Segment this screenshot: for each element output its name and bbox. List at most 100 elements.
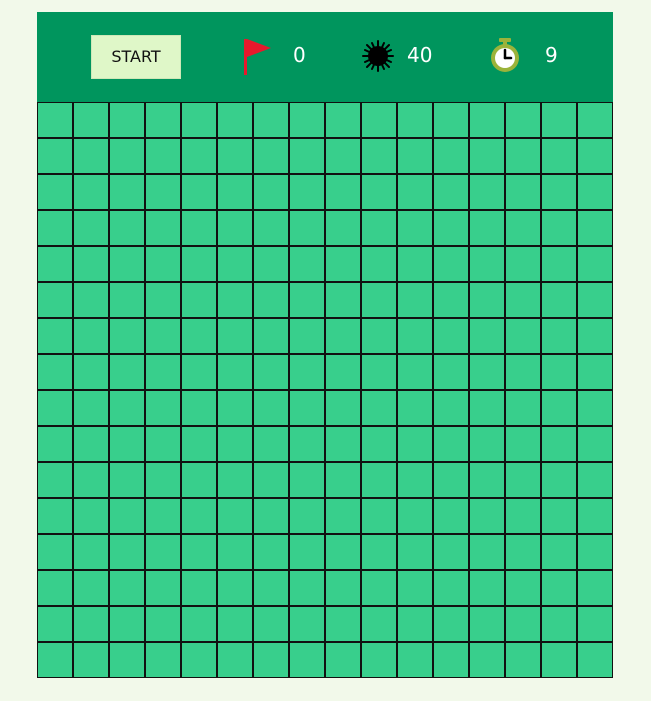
grid-cell[interactable]: [541, 426, 577, 462]
grid-cell[interactable]: [541, 318, 577, 354]
grid-cell[interactable]: [181, 534, 217, 570]
grid-cell[interactable]: [253, 606, 289, 642]
grid-cell[interactable]: [253, 210, 289, 246]
grid-cell[interactable]: [433, 570, 469, 606]
grid-cell[interactable]: [325, 102, 361, 138]
grid-cell[interactable]: [181, 282, 217, 318]
grid-cell[interactable]: [217, 426, 253, 462]
grid-cell[interactable]: [505, 498, 541, 534]
grid-cell[interactable]: [577, 210, 613, 246]
grid-cell[interactable]: [37, 318, 73, 354]
grid-cell[interactable]: [109, 174, 145, 210]
grid-cell[interactable]: [361, 102, 397, 138]
grid-cell[interactable]: [469, 390, 505, 426]
grid-cell[interactable]: [289, 138, 325, 174]
grid-cell[interactable]: [109, 282, 145, 318]
grid-cell[interactable]: [433, 390, 469, 426]
grid-cell[interactable]: [361, 534, 397, 570]
grid-cell[interactable]: [577, 498, 613, 534]
grid-cell[interactable]: [109, 534, 145, 570]
grid-cell[interactable]: [397, 246, 433, 282]
grid-cell[interactable]: [361, 642, 397, 678]
grid-cell[interactable]: [181, 318, 217, 354]
grid-cell[interactable]: [181, 138, 217, 174]
grid-cell[interactable]: [361, 318, 397, 354]
grid-cell[interactable]: [361, 570, 397, 606]
grid-cell[interactable]: [397, 354, 433, 390]
grid-cell[interactable]: [469, 318, 505, 354]
grid-cell[interactable]: [145, 498, 181, 534]
grid-cell[interactable]: [397, 642, 433, 678]
grid-cell[interactable]: [217, 390, 253, 426]
grid-cell[interactable]: [541, 390, 577, 426]
grid-cell[interactable]: [37, 534, 73, 570]
grid-cell[interactable]: [433, 642, 469, 678]
grid-cell[interactable]: [145, 318, 181, 354]
grid-cell[interactable]: [361, 354, 397, 390]
grid-cell[interactable]: [325, 246, 361, 282]
grid-cell[interactable]: [109, 318, 145, 354]
grid-cell[interactable]: [181, 498, 217, 534]
grid-cell[interactable]: [253, 642, 289, 678]
grid-cell[interactable]: [181, 426, 217, 462]
grid-cell[interactable]: [397, 462, 433, 498]
grid-cell[interactable]: [181, 102, 217, 138]
grid-cell[interactable]: [397, 174, 433, 210]
grid-cell[interactable]: [37, 570, 73, 606]
grid-cell[interactable]: [37, 102, 73, 138]
grid-cell[interactable]: [73, 426, 109, 462]
grid-cell[interactable]: [145, 534, 181, 570]
grid-cell[interactable]: [73, 246, 109, 282]
grid-cell[interactable]: [253, 246, 289, 282]
grid-cell[interactable]: [73, 282, 109, 318]
start-button[interactable]: START: [91, 35, 181, 79]
grid-cell[interactable]: [37, 426, 73, 462]
grid-cell[interactable]: [541, 174, 577, 210]
grid-cell[interactable]: [469, 354, 505, 390]
grid-cell[interactable]: [469, 102, 505, 138]
grid-cell[interactable]: [541, 138, 577, 174]
grid-cell[interactable]: [361, 390, 397, 426]
grid-cell[interactable]: [73, 570, 109, 606]
grid-cell[interactable]: [253, 282, 289, 318]
grid-cell[interactable]: [577, 282, 613, 318]
grid-cell[interactable]: [577, 426, 613, 462]
grid-cell[interactable]: [433, 210, 469, 246]
grid-cell[interactable]: [181, 642, 217, 678]
grid-cell[interactable]: [361, 462, 397, 498]
grid-cell[interactable]: [289, 426, 325, 462]
grid-cell[interactable]: [145, 282, 181, 318]
grid-cell[interactable]: [577, 462, 613, 498]
grid-cell[interactable]: [253, 534, 289, 570]
grid-cell[interactable]: [433, 246, 469, 282]
grid-cell[interactable]: [325, 282, 361, 318]
grid-cell[interactable]: [37, 606, 73, 642]
grid-cell[interactable]: [361, 282, 397, 318]
grid-cell[interactable]: [145, 462, 181, 498]
grid-cell[interactable]: [541, 642, 577, 678]
grid-cell[interactable]: [541, 462, 577, 498]
grid-cell[interactable]: [325, 498, 361, 534]
grid-cell[interactable]: [397, 570, 433, 606]
grid-cell[interactable]: [433, 462, 469, 498]
grid-cell[interactable]: [181, 354, 217, 390]
grid-cell[interactable]: [181, 606, 217, 642]
grid-cell[interactable]: [73, 174, 109, 210]
grid-cell[interactable]: [253, 174, 289, 210]
grid-cell[interactable]: [361, 174, 397, 210]
grid-cell[interactable]: [109, 390, 145, 426]
grid-cell[interactable]: [433, 138, 469, 174]
grid-cell[interactable]: [433, 426, 469, 462]
grid-cell[interactable]: [505, 426, 541, 462]
grid-cell[interactable]: [73, 642, 109, 678]
grid-cell[interactable]: [541, 354, 577, 390]
grid-cell[interactable]: [109, 642, 145, 678]
grid-cell[interactable]: [505, 570, 541, 606]
grid-cell[interactable]: [325, 174, 361, 210]
grid-cell[interactable]: [433, 102, 469, 138]
grid-cell[interactable]: [145, 354, 181, 390]
grid-cell[interactable]: [217, 498, 253, 534]
grid-cell[interactable]: [217, 246, 253, 282]
grid-cell[interactable]: [505, 606, 541, 642]
grid-cell[interactable]: [181, 462, 217, 498]
